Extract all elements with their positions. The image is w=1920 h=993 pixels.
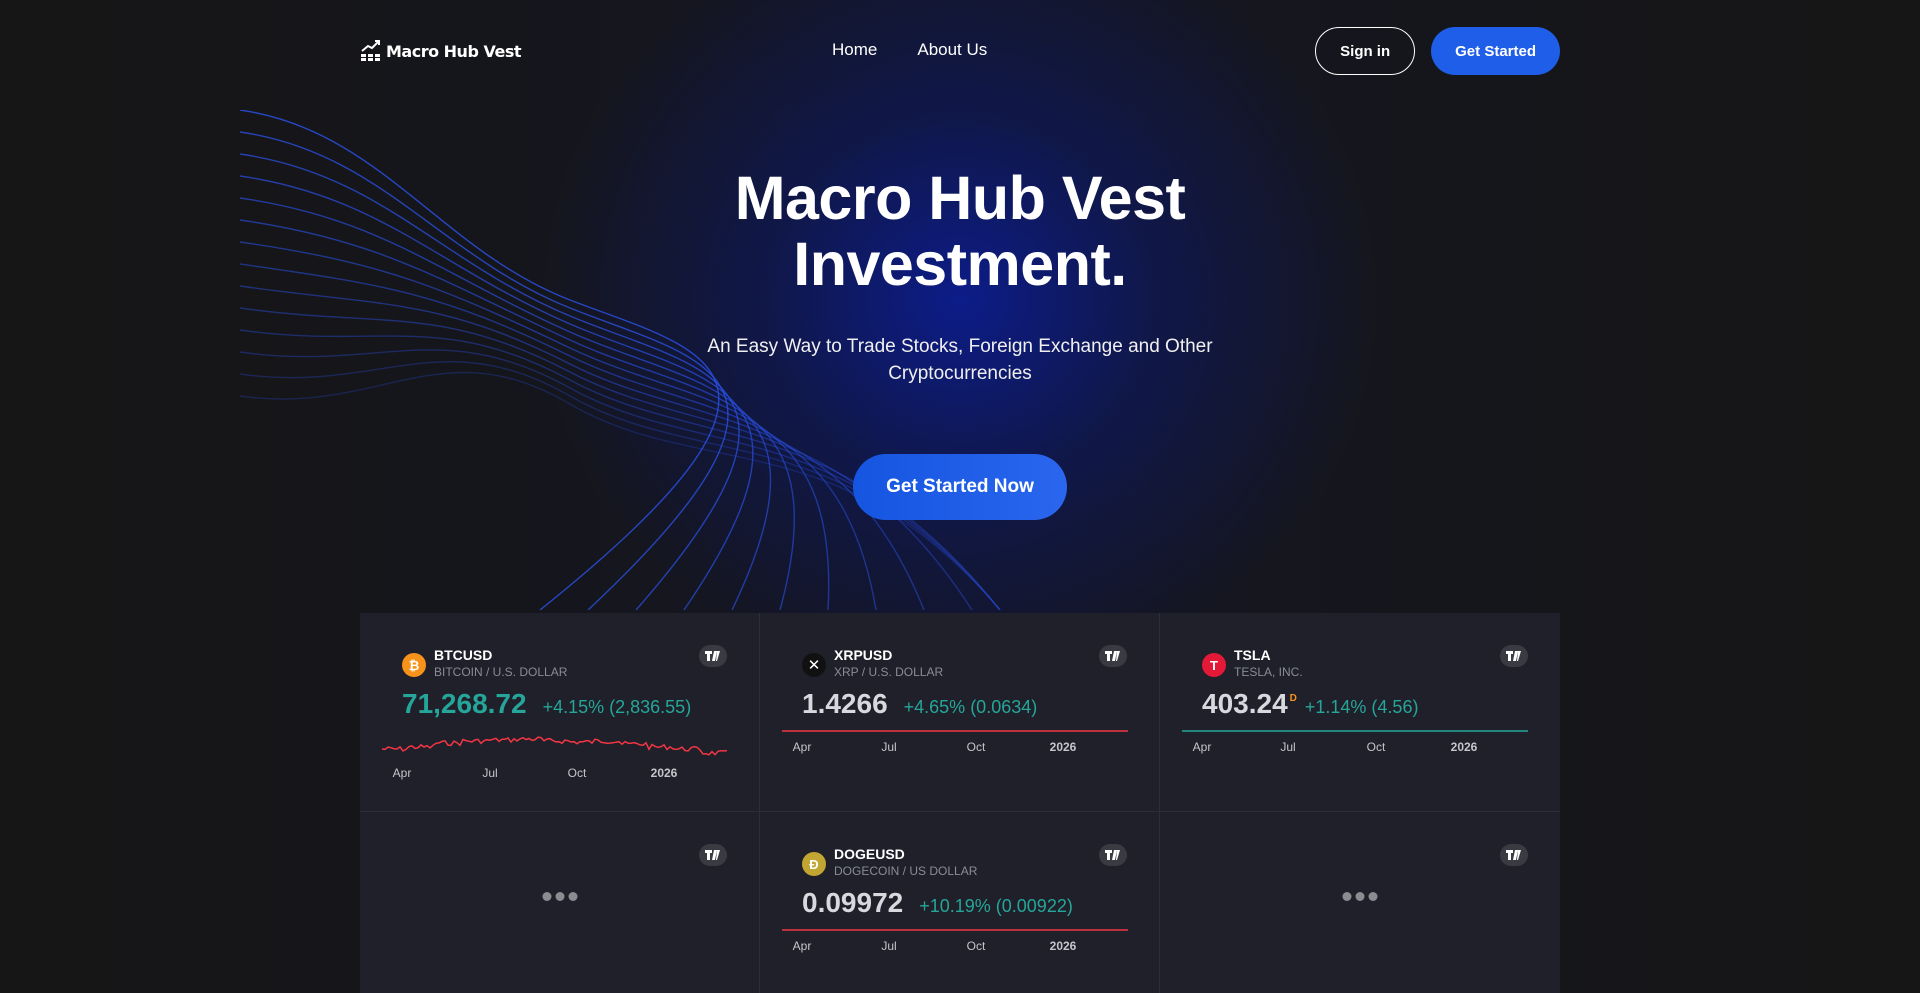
tradingview-icon[interactable] [699, 844, 727, 866]
axis-label: Apr [792, 939, 812, 953]
last-price: 0.09972 [802, 887, 904, 918]
price-change: +10.19% (0.00922) [919, 896, 1073, 916]
dogecoin-icon: Ð [802, 852, 826, 876]
symbol-description: BITCOIN / U.S. DOLLAR [434, 665, 568, 679]
symbol-description: XRP / U.S. DOLLAR [834, 665, 944, 679]
hero-section: Macro Hub Vest Investment. An Easy Way t… [0, 165, 1920, 520]
tradingview-icon[interactable] [1500, 844, 1528, 866]
axis-label: 2026 [1450, 740, 1478, 754]
last-price: 71,268.72 [402, 688, 527, 719]
axis-label: Oct [1366, 740, 1386, 754]
symbol-name[interactable]: TSLA [1234, 647, 1303, 663]
time-axis: Apr Jul Oct 2026 [782, 740, 1128, 754]
symbol-description: TESLA, INC. [1234, 665, 1303, 679]
tradingview-icon[interactable] [1099, 844, 1127, 866]
tradingview-icon[interactable] [1099, 645, 1127, 667]
hero-title-line1: Macro Hub Vest [734, 164, 1186, 232]
price-row: 1.4266 +4.65% (0.0634) [802, 688, 1037, 720]
hero-subtitle: An Easy Way to Trade Stocks, Foreign Exc… [0, 333, 1920, 387]
axis-label: Oct [966, 939, 986, 953]
last-price: 1.4266 [802, 688, 888, 719]
symbol-name[interactable]: DOGEUSD [834, 846, 977, 862]
main-nav: Home About Us [832, 40, 987, 60]
tesla-icon: T [1202, 653, 1226, 677]
bitcoin-icon: ₿ [402, 653, 426, 677]
hero-subtitle-line2: Cryptocurrencies [888, 363, 1032, 384]
ticker-card-dogeusd[interactable]: Ð DOGEUSD DOGECOIN / US DOLLAR 0.09972 +… [760, 812, 1160, 993]
nav-home[interactable]: Home [832, 40, 877, 60]
price-row: 0.09972 +10.19% (0.00922) [802, 887, 1073, 919]
price-change: +4.15% (2,836.55) [542, 697, 692, 717]
symbol-info: T TSLA TESLA, INC. [1202, 647, 1303, 680]
axis-label: Oct [567, 766, 587, 780]
site-header: Macro Hub Vest Home About Us Sign in Get… [360, 0, 1560, 102]
ticker-card-xrpusd[interactable]: ✕ XRPUSD XRP / U.S. DOLLAR 1.4266 +4.65%… [760, 613, 1160, 812]
hero-title: Macro Hub Vest Investment. [0, 165, 1920, 297]
axis-label: Apr [1192, 740, 1212, 754]
brand-name: Macro Hub Vest [386, 41, 522, 61]
price-sparkline [382, 736, 728, 756]
time-axis: Apr Jul Oct 2026 [382, 766, 728, 780]
ticker-card-loading [1160, 812, 1560, 993]
ticker-card-btcusd[interactable]: ₿ BTCUSD BITCOIN / U.S. DOLLAR 71,268.72… [360, 613, 760, 812]
axis-label: Apr [792, 740, 812, 754]
last-price: 403.24 D [1202, 688, 1297, 720]
time-axis: Apr Jul Oct 2026 [782, 939, 1128, 953]
hero-title-line2: Investment. [793, 230, 1127, 298]
price-sparkline [782, 730, 1128, 732]
price-row: 71,268.72 +4.15% (2,836.55) [402, 688, 691, 720]
axis-label: Oct [966, 740, 986, 754]
tradingview-icon[interactable] [1500, 645, 1528, 667]
axis-label: Jul [1280, 740, 1296, 754]
price-row: 403.24 D +1.14% (4.56) [1202, 688, 1418, 720]
axis-label: 2026 [1049, 740, 1077, 754]
ticker-grid: ₿ BTCUSD BITCOIN / U.S. DOLLAR 71,268.72… [360, 613, 1560, 993]
axis-label: 2026 [650, 766, 678, 780]
price-value: 403.24 [1202, 688, 1288, 719]
time-axis: Apr Jul Oct 2026 [1182, 740, 1528, 754]
axis-label: Jul [881, 740, 897, 754]
price-sparkline [1182, 730, 1528, 732]
daily-marker: D [1289, 693, 1297, 704]
chart-growth-icon [361, 40, 380, 61]
tradingview-icon[interactable] [699, 645, 727, 667]
symbol-description: DOGECOIN / US DOLLAR [834, 864, 978, 878]
get-started-now-button[interactable]: Get Started Now [853, 454, 1067, 520]
header-actions: Sign in Get Started [1315, 27, 1560, 75]
xrp-icon: ✕ [802, 653, 826, 677]
price-change: +1.14% (4.56) [1304, 697, 1419, 717]
symbol-info: ₿ BTCUSD BITCOIN / U.S. DOLLAR [402, 647, 567, 680]
sparkline-path [382, 736, 728, 756]
loading-indicator [1342, 892, 1378, 901]
sign-in-button[interactable]: Sign in [1315, 27, 1416, 75]
axis-label: Jul [881, 939, 897, 953]
axis-label: Jul [482, 766, 498, 780]
hero-subtitle-line1: An Easy Way to Trade Stocks, Foreign Exc… [707, 336, 1213, 357]
get-started-button[interactable]: Get Started [1431, 27, 1560, 75]
symbol-name[interactable]: BTCUSD [434, 647, 567, 663]
ticker-card-tsla[interactable]: T TSLA TESLA, INC. 403.24 D +1.14% (4.56)… [1160, 613, 1560, 812]
axis-label: Apr [392, 766, 412, 780]
loading-indicator [542, 892, 577, 901]
axis-label: 2026 [1049, 939, 1077, 953]
brand-logo[interactable]: Macro Hub Vest [360, 39, 522, 63]
symbol-info: Ð DOGEUSD DOGECOIN / US DOLLAR [802, 846, 977, 879]
price-change: +4.65% (0.0634) [903, 697, 1038, 717]
ticker-card-loading [360, 812, 760, 993]
price-sparkline [782, 929, 1128, 931]
symbol-name[interactable]: XRPUSD [834, 647, 943, 663]
symbol-info: ✕ XRPUSD XRP / U.S. DOLLAR [802, 647, 943, 680]
nav-about-us[interactable]: About Us [917, 40, 987, 60]
